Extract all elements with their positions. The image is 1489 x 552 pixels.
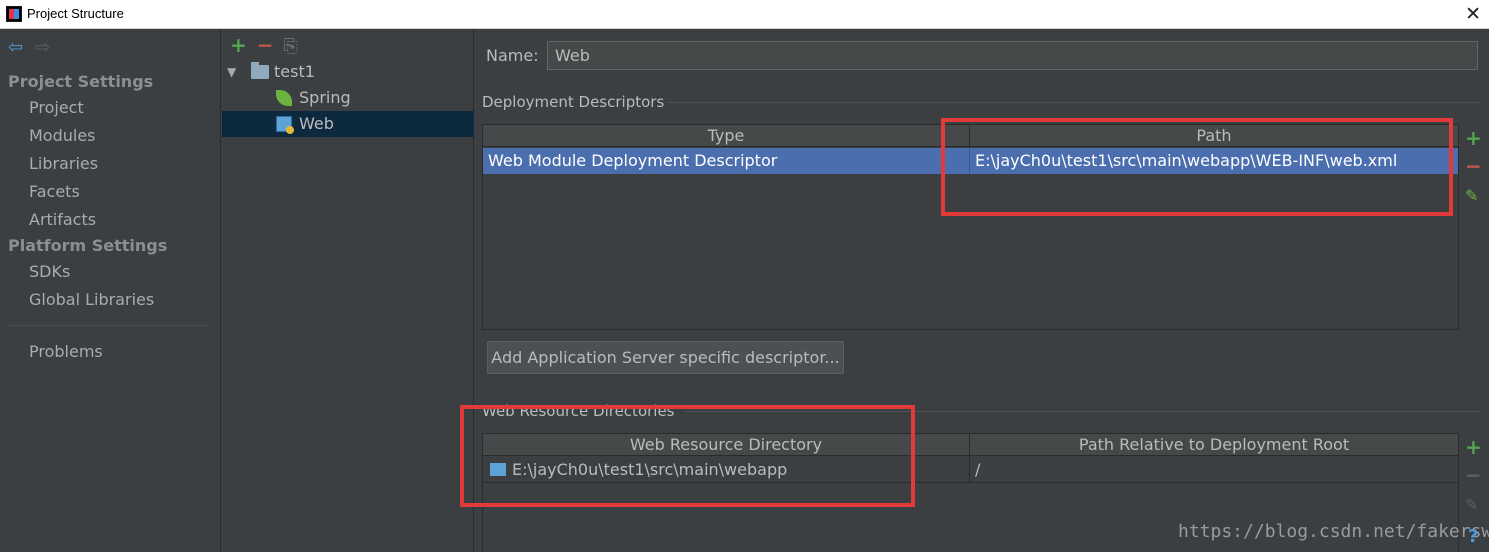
sidebar-item-artifacts[interactable]: Artifacts [29,210,96,229]
name-field[interactable]: Web [547,41,1478,70]
sidebar-item-project[interactable]: Project [29,98,84,117]
sidebar-item-libraries[interactable]: Libraries [29,154,98,173]
add-icon[interactable]: + [1465,126,1482,150]
remove-icon[interactable]: − [1465,463,1482,487]
tree-node-spring[interactable]: Spring [222,85,474,111]
descriptor-type-cell: Web Module Deployment Descriptor [483,148,970,174]
expand-arrow-icon[interactable]: ▼ [227,59,236,85]
back-arrow-icon[interactable]: ⇦ [8,37,23,58]
sidebar-item-facets[interactable]: Facets [29,182,80,201]
tree-node-label: Spring [299,88,351,107]
platform-settings-header: Platform Settings [8,236,168,255]
tree-toolbar: + − ⎘ [230,33,298,57]
tree-node-label: Web [299,114,334,133]
name-label: Name: [486,46,539,65]
settings-sidebar: ⇦ ⇨ Project Settings Project Modules Libr… [0,29,221,552]
nav-arrows: ⇦ ⇨ [8,37,50,58]
window-title-bar: Project Structure ✕ [0,0,1489,29]
window-title: Project Structure [27,6,124,21]
tree-node-label: test1 [274,62,315,81]
close-icon[interactable]: ✕ [1465,3,1481,25]
sidebar-item-global-libraries[interactable]: Global Libraries [29,290,154,309]
tree-node-test1[interactable]: ▼ test1 [222,59,474,85]
module-folder-icon [251,62,269,79]
tree-node-web[interactable]: Web [222,111,474,137]
web-facet-icon [276,116,294,134]
annotation-box-path [941,118,1453,216]
sidebar-item-modules[interactable]: Modules [29,126,96,145]
column-header-relative-path[interactable]: Path Relative to Deployment Root [970,434,1458,456]
module-tree-panel: + − ⎘ ▼ test1 Spring Web [222,29,474,552]
copy-icon[interactable]: ⎘ [284,36,298,57]
descriptor-side-toolbar: + − ✎ [1459,124,1487,330]
project-settings-header: Project Settings [8,72,154,91]
sidebar-divider [8,325,208,326]
annotation-box-resource-directory [460,405,915,507]
help-icon[interactable]: ? [1468,526,1478,547]
sidebar-item-sdks[interactable]: SDKs [29,262,70,281]
sidebar-item-problems[interactable]: Problems [29,342,103,361]
column-header-type[interactable]: Type [483,125,970,147]
watermark: https://blog.csdn.net/fakersw [1178,521,1489,542]
add-icon[interactable]: + [230,33,247,57]
deployment-descriptors-title: Deployment Descriptors [482,93,665,111]
edit-pencil-icon[interactable]: ✎ [1465,495,1478,514]
group-divider [667,102,1481,103]
remove-icon[interactable]: − [257,33,274,57]
spring-leaf-icon [276,90,292,106]
remove-icon[interactable]: − [1465,154,1482,178]
edit-pencil-icon[interactable]: ✎ [1465,186,1478,205]
forward-arrow-icon[interactable]: ⇨ [35,37,50,58]
add-server-descriptor-button[interactable]: Add Application Server specific descript… [487,341,844,374]
relative-path-cell: / [975,460,981,479]
intellij-app-icon [6,6,22,22]
add-icon[interactable]: + [1465,435,1482,459]
